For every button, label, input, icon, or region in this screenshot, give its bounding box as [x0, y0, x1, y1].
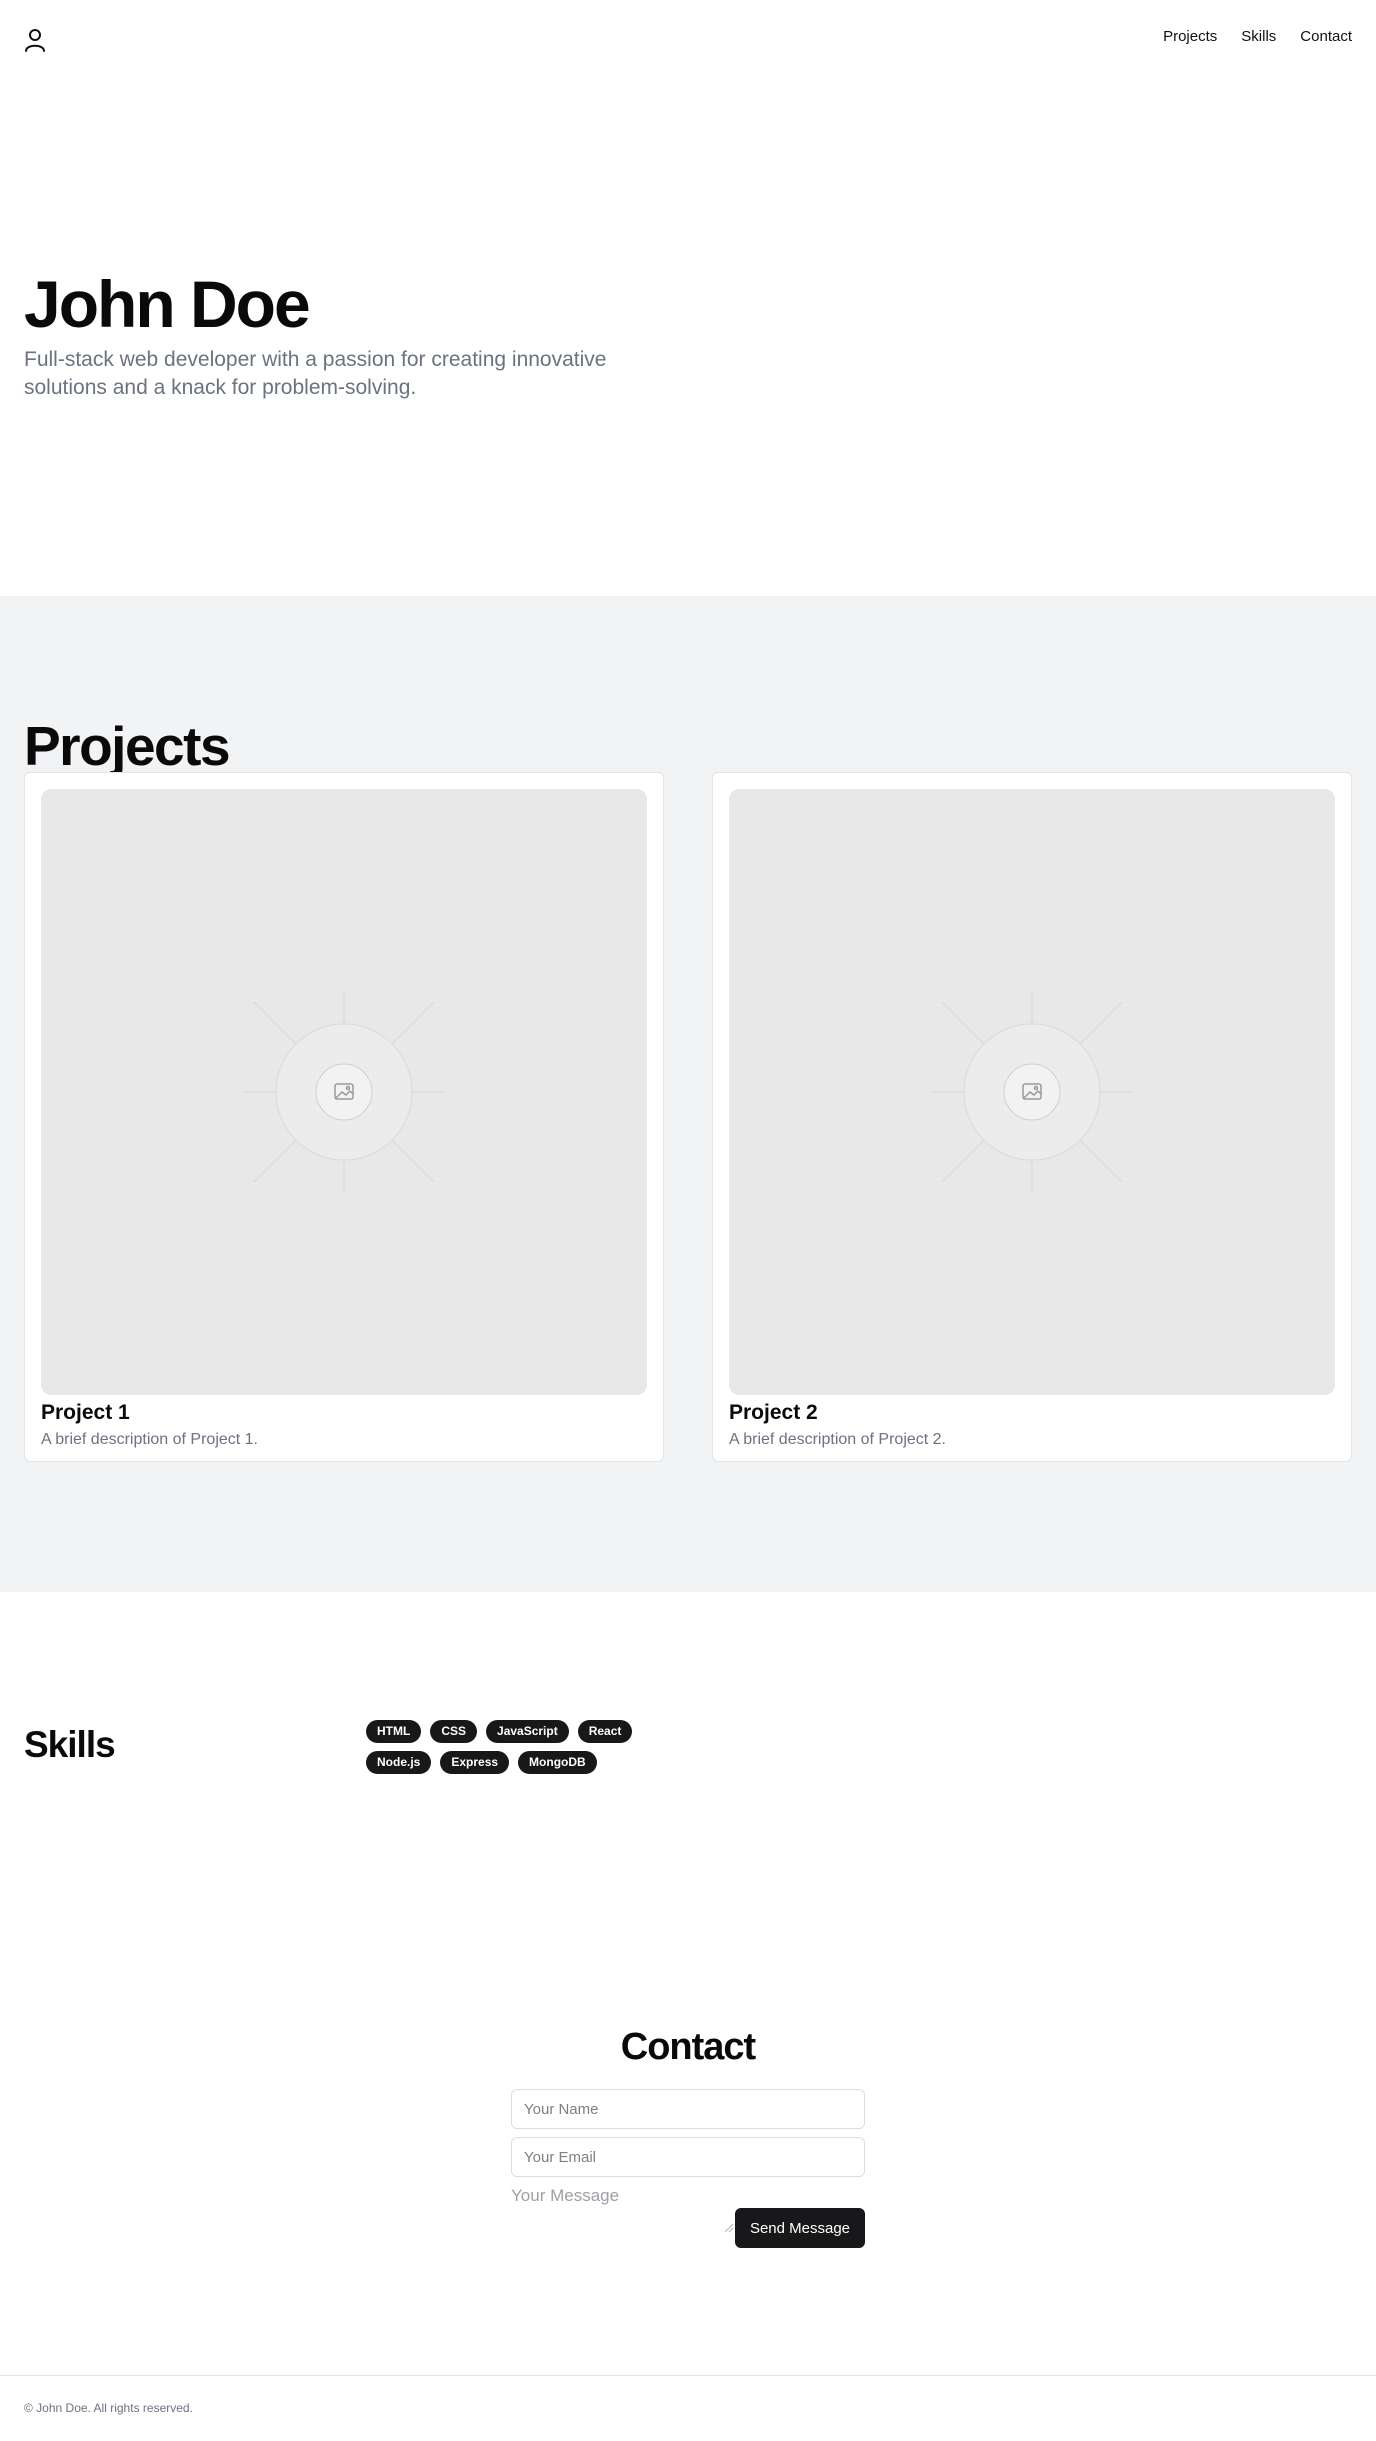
hero-name: John Doe [24, 267, 311, 341]
main-nav: Projects Skills Contact [1163, 28, 1352, 45]
resize-grip-icon[interactable] [724, 2223, 734, 2233]
email-input[interactable] [511, 2137, 865, 2177]
nav-contact-link[interactable]: Contact [1300, 28, 1352, 45]
skill-badge: JavaScript [486, 1720, 569, 1743]
project-description: A brief description of Project 2. [729, 1431, 946, 1448]
image-placeholder-icon [932, 992, 1132, 1192]
footer-copyright: © John Doe. All rights reserved. [24, 2401, 193, 2415]
skills-title: Skills [24, 1724, 116, 1765]
nav-projects-link[interactable]: Projects [1163, 28, 1217, 45]
image-placeholder-icon [244, 992, 444, 1192]
project-image-placeholder [41, 789, 647, 1395]
skill-badge: HTML [366, 1720, 422, 1743]
project-card[interactable]: Project 2 A brief description of Project… [712, 772, 1352, 1462]
project-title: Project 2 [729, 1401, 818, 1424]
user-icon[interactable] [24, 27, 46, 53]
footer-divider [0, 2375, 1376, 2376]
skills-badge-list: HTML CSS JavaScript React Node.js Expres… [366, 1720, 666, 1774]
project-image-placeholder [729, 789, 1335, 1395]
site-header: Projects Skills Contact [0, 0, 1376, 80]
page: Projects Skills Contact John Doe Full-st… [0, 0, 1376, 2441]
skill-badge: CSS [430, 1720, 478, 1743]
skill-badge: React [577, 1720, 633, 1743]
send-message-button[interactable]: Send Message [735, 2208, 865, 2248]
name-input[interactable] [511, 2089, 865, 2129]
project-card[interactable]: Project 1 A brief description of Project… [24, 772, 664, 1462]
contact-title: Contact [620, 2026, 756, 2068]
projects-title: Projects [24, 715, 231, 777]
hero-tagline: Full-stack web developer with a passion … [24, 348, 607, 399]
skill-badge: Express [440, 1751, 510, 1774]
project-description: A brief description of Project 1. [41, 1431, 258, 1448]
projects-section: Projects Project 1 A brief description o… [0, 596, 1376, 1592]
skill-badge: MongoDB [518, 1751, 597, 1774]
skill-badge: Node.js [366, 1751, 432, 1774]
project-title: Project 1 [41, 1401, 130, 1424]
nav-skills-link[interactable]: Skills [1241, 28, 1276, 45]
message-textarea[interactable] [511, 2186, 735, 2232]
